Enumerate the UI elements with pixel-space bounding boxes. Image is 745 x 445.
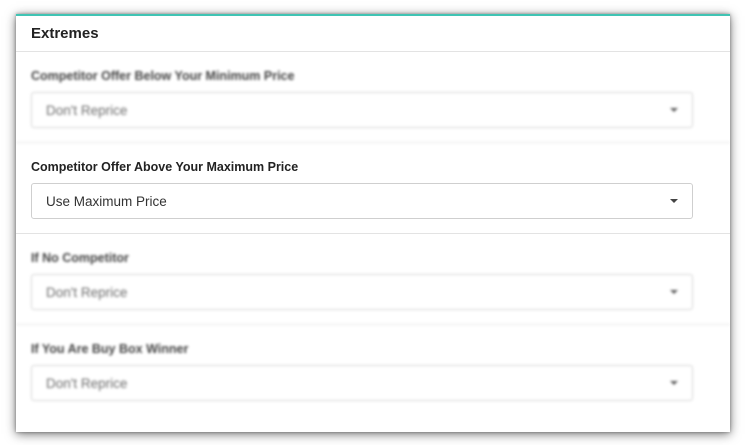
rule-buy-box-winner: If You Are Buy Box Winner Don't Reprice	[16, 325, 730, 416]
caret-down-icon	[670, 199, 678, 203]
no-competitor-select[interactable]: Don't Reprice	[31, 274, 693, 310]
select-value: Don't Reprice	[46, 102, 128, 118]
rule-below-minimum: Competitor Offer Below Your Minimum Pric…	[16, 52, 730, 143]
rule-label: Competitor Offer Below Your Minimum Pric…	[31, 69, 295, 83]
rule-above-maximum: Competitor Offer Above Your Maximum Pric…	[16, 143, 730, 234]
caret-down-icon	[670, 381, 678, 385]
caret-down-icon	[670, 290, 678, 294]
rule-no-competitor: If No Competitor Don't Reprice	[16, 234, 730, 325]
extremes-panel: Extremes Competitor Offer Below Your Min…	[16, 14, 730, 432]
select-value: Use Maximum Price	[46, 193, 167, 209]
rule-label: If No Competitor	[31, 251, 129, 265]
panel-header: Extremes	[16, 16, 730, 52]
rule-label: If You Are Buy Box Winner	[31, 342, 189, 356]
above-maximum-select[interactable]: Use Maximum Price	[31, 183, 693, 219]
buy-box-winner-select[interactable]: Don't Reprice	[31, 365, 693, 401]
below-minimum-select[interactable]: Don't Reprice	[31, 92, 693, 128]
panel-title: Extremes	[31, 25, 99, 42]
select-value: Don't Reprice	[46, 375, 128, 391]
caret-down-icon	[670, 108, 678, 112]
rule-label: Competitor Offer Above Your Maximum Pric…	[31, 160, 299, 174]
select-value: Don't Reprice	[46, 284, 128, 300]
